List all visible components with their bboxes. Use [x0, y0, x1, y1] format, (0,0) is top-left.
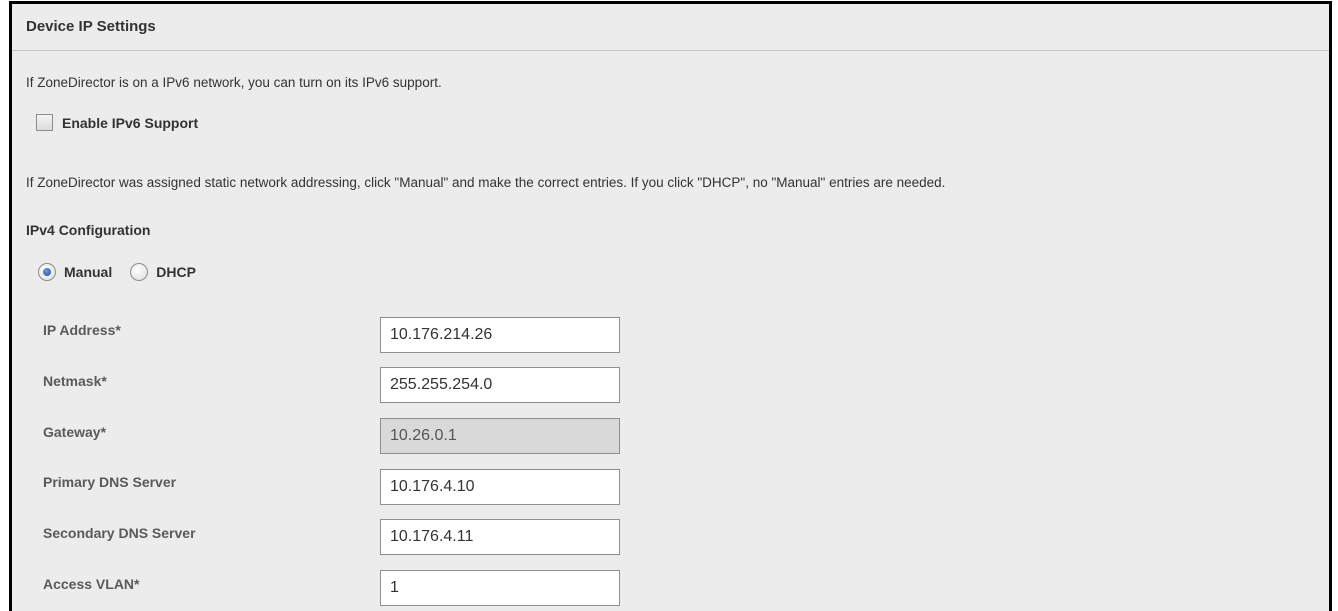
secondary-dns-input[interactable] [380, 519, 620, 555]
netmask-input[interactable] [380, 367, 620, 403]
dhcp-radio[interactable] [130, 263, 149, 281]
access-vlan-label: Access VLAN* [43, 576, 140, 592]
ip-address-input[interactable] [380, 317, 620, 353]
static-addressing-note: If ZoneDirector was assigned static netw… [26, 175, 946, 190]
enable-ipv6-checkbox-row[interactable]: Enable IPv6 Support [36, 114, 198, 131]
primary-dns-label: Primary DNS Server [43, 474, 177, 490]
netmask-label: Netmask* [43, 373, 107, 389]
access-vlan-input[interactable] [380, 570, 620, 606]
manual-radio-label[interactable]: Manual [64, 264, 112, 280]
radio-selected-dot [43, 268, 51, 276]
ipv4-configuration-title: IPv4 Configuration [26, 222, 151, 238]
gateway-label: Gateway* [43, 424, 107, 440]
secondary-dns-label: Secondary DNS Server [43, 525, 196, 541]
primary-dns-input[interactable] [380, 469, 620, 505]
enable-ipv6-checkbox[interactable] [36, 114, 53, 131]
ip-address-label: IP Address* [43, 322, 121, 338]
ipv4-mode-radio-group: Manual DHCP [38, 263, 214, 281]
manual-radio[interactable] [38, 263, 56, 281]
ipv6-intro-text: If ZoneDirector is on a IPv6 network, yo… [26, 75, 442, 90]
title-divider [12, 50, 1329, 51]
enable-ipv6-label: Enable IPv6 Support [62, 114, 199, 131]
dhcp-radio-label[interactable]: DHCP [156, 264, 196, 280]
section-title: Device IP Settings [26, 18, 156, 35]
gateway-input [380, 418, 620, 454]
device-ip-settings-panel: Device IP Settings If ZoneDirector is on… [9, 1, 1332, 611]
